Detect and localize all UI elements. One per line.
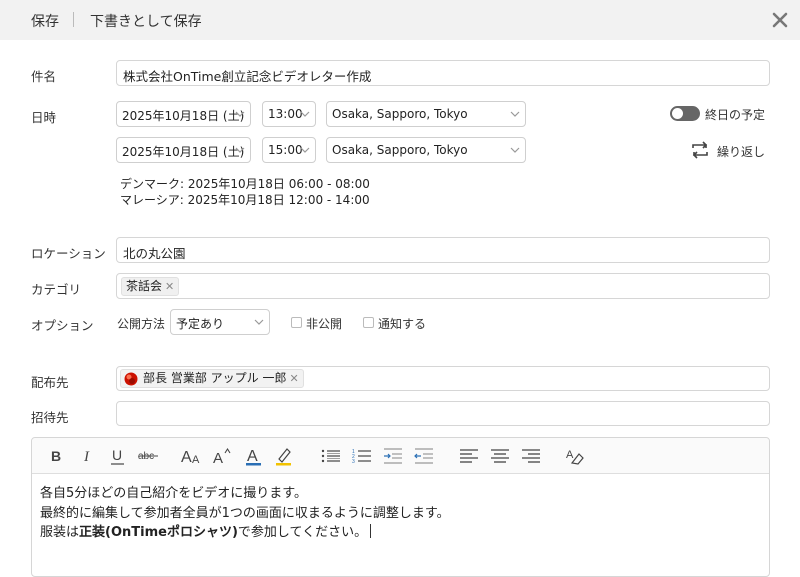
datetime-label: 日時 xyxy=(31,110,57,125)
location-field[interactable]: 北の丸公園 xyxy=(116,237,770,263)
notify-checkbox[interactable] xyxy=(363,317,374,328)
svg-text:A: A xyxy=(213,450,223,466)
svg-text:A: A xyxy=(566,449,574,461)
chevron-down-icon xyxy=(510,147,520,153)
chevron-down-icon xyxy=(510,111,520,117)
save-button[interactable]: 保存 xyxy=(31,11,59,31)
repeat-label[interactable]: 繰り返し xyxy=(717,143,765,160)
start-date-select[interactable]: 2025年10月18日 (土) xyxy=(116,101,251,127)
svg-text:A: A xyxy=(247,448,258,465)
close-icon[interactable] xyxy=(769,9,791,31)
rich-text-editor[interactable]: B I U abc AA A A 123 A 各自5分ほどの自己紹介をビデオに撮… xyxy=(31,437,770,577)
chevron-down-icon xyxy=(300,111,310,117)
top-bar: 保存 下書きとして保存 xyxy=(0,0,800,40)
align-left-icon[interactable] xyxy=(458,446,480,466)
options-label: オプション xyxy=(31,318,94,333)
publish-label: 公開方法 xyxy=(117,317,166,331)
tz-line-1: デンマーク: 2025年10月18日 06:00 - 08:00 xyxy=(120,177,370,191)
start-timezone-select[interactable]: Osaka, Sapporo, Tokyo xyxy=(326,101,526,127)
subject-label: 件名 xyxy=(31,69,57,84)
font-color-icon[interactable]: A xyxy=(243,446,265,466)
clear-formatting-icon[interactable]: A xyxy=(564,446,586,466)
editor-toolbar: B I U abc AA A A 123 A xyxy=(32,438,769,474)
private-label: 非公開 xyxy=(306,317,343,331)
svg-text:I: I xyxy=(83,449,90,465)
end-timezone-select[interactable]: Osaka, Sapporo, Tokyo xyxy=(326,137,526,163)
location-value: 北の丸公園 xyxy=(123,246,186,261)
chevron-down-icon xyxy=(300,147,310,153)
superscript-icon[interactable]: A xyxy=(212,446,234,466)
editor-content[interactable]: 各自5分ほどの自己紹介をビデオに撮ります。 最終的に編集して参加者全員が1つの画… xyxy=(40,484,450,543)
category-field[interactable]: 茶話会 ✕ xyxy=(116,273,770,299)
repeat-icon[interactable] xyxy=(689,141,711,159)
save-draft-button[interactable]: 下書きとして保存 xyxy=(90,11,202,31)
private-checkbox[interactable] xyxy=(291,317,302,328)
start-time-select[interactable]: 13:00 xyxy=(262,101,316,127)
svg-text:B: B xyxy=(51,448,61,464)
remove-chip-icon[interactable]: ✕ xyxy=(289,372,298,385)
align-right-icon[interactable] xyxy=(520,446,542,466)
numbered-list-icon[interactable]: 123 xyxy=(351,446,373,466)
bold-icon[interactable]: B xyxy=(46,446,68,466)
avatar xyxy=(124,372,138,386)
invitees-label: 招待先 xyxy=(31,410,69,425)
italic-icon[interactable]: I xyxy=(77,446,99,466)
underline-icon[interactable]: U xyxy=(107,446,129,466)
svg-text:abc: abc xyxy=(138,451,154,462)
distribution-chip: 部長 営業部 アップル 一郎 ✕ xyxy=(120,369,304,388)
svg-text:A: A xyxy=(192,454,200,466)
svg-text:U: U xyxy=(112,447,122,463)
outdent-icon[interactable] xyxy=(413,446,435,466)
chevron-down-icon xyxy=(254,319,264,325)
distribution-label: 配布先 xyxy=(31,375,69,390)
svg-text:A: A xyxy=(181,449,192,466)
divider xyxy=(73,12,74,27)
toggle-knob xyxy=(672,108,683,119)
notify-label: 通知する xyxy=(378,317,427,331)
subject-value: 株式会社OnTime創立記念ビデオレター作成 xyxy=(123,69,372,84)
indent-icon[interactable] xyxy=(382,446,404,466)
align-center-icon[interactable] xyxy=(489,446,511,466)
svg-text:3: 3 xyxy=(352,459,355,465)
allday-label: 終日の予定 xyxy=(705,108,766,122)
strikethrough-icon[interactable]: abc xyxy=(137,446,159,466)
location-label: ロケーション xyxy=(31,246,106,261)
category-label: カテゴリ xyxy=(31,282,82,297)
end-time-select[interactable]: 15:00 xyxy=(262,137,316,163)
text-caret xyxy=(370,524,372,538)
chevron-down-icon xyxy=(235,147,245,153)
end-date-select[interactable]: 2025年10月18日 (土) xyxy=(116,137,251,163)
subject-field[interactable]: 株式会社OnTime創立記念ビデオレター作成 xyxy=(116,60,770,86)
font-size-icon[interactable]: AA xyxy=(181,446,203,466)
category-chip: 茶話会 ✕ xyxy=(121,277,180,296)
distribution-field[interactable]: 部長 営業部 アップル 一郎 ✕ xyxy=(116,366,770,391)
tz-line-2: マレーシア: 2025年10月18日 12:00 - 14:00 xyxy=(120,193,370,207)
remove-chip-icon[interactable]: ✕ xyxy=(165,280,174,293)
publish-select[interactable]: 予定あり xyxy=(170,309,270,335)
highlight-icon[interactable] xyxy=(273,446,295,466)
allday-toggle[interactable] xyxy=(670,106,700,121)
chevron-down-icon xyxy=(235,111,245,117)
invitees-field[interactable] xyxy=(116,401,770,426)
bulleted-list-icon[interactable] xyxy=(320,446,342,466)
